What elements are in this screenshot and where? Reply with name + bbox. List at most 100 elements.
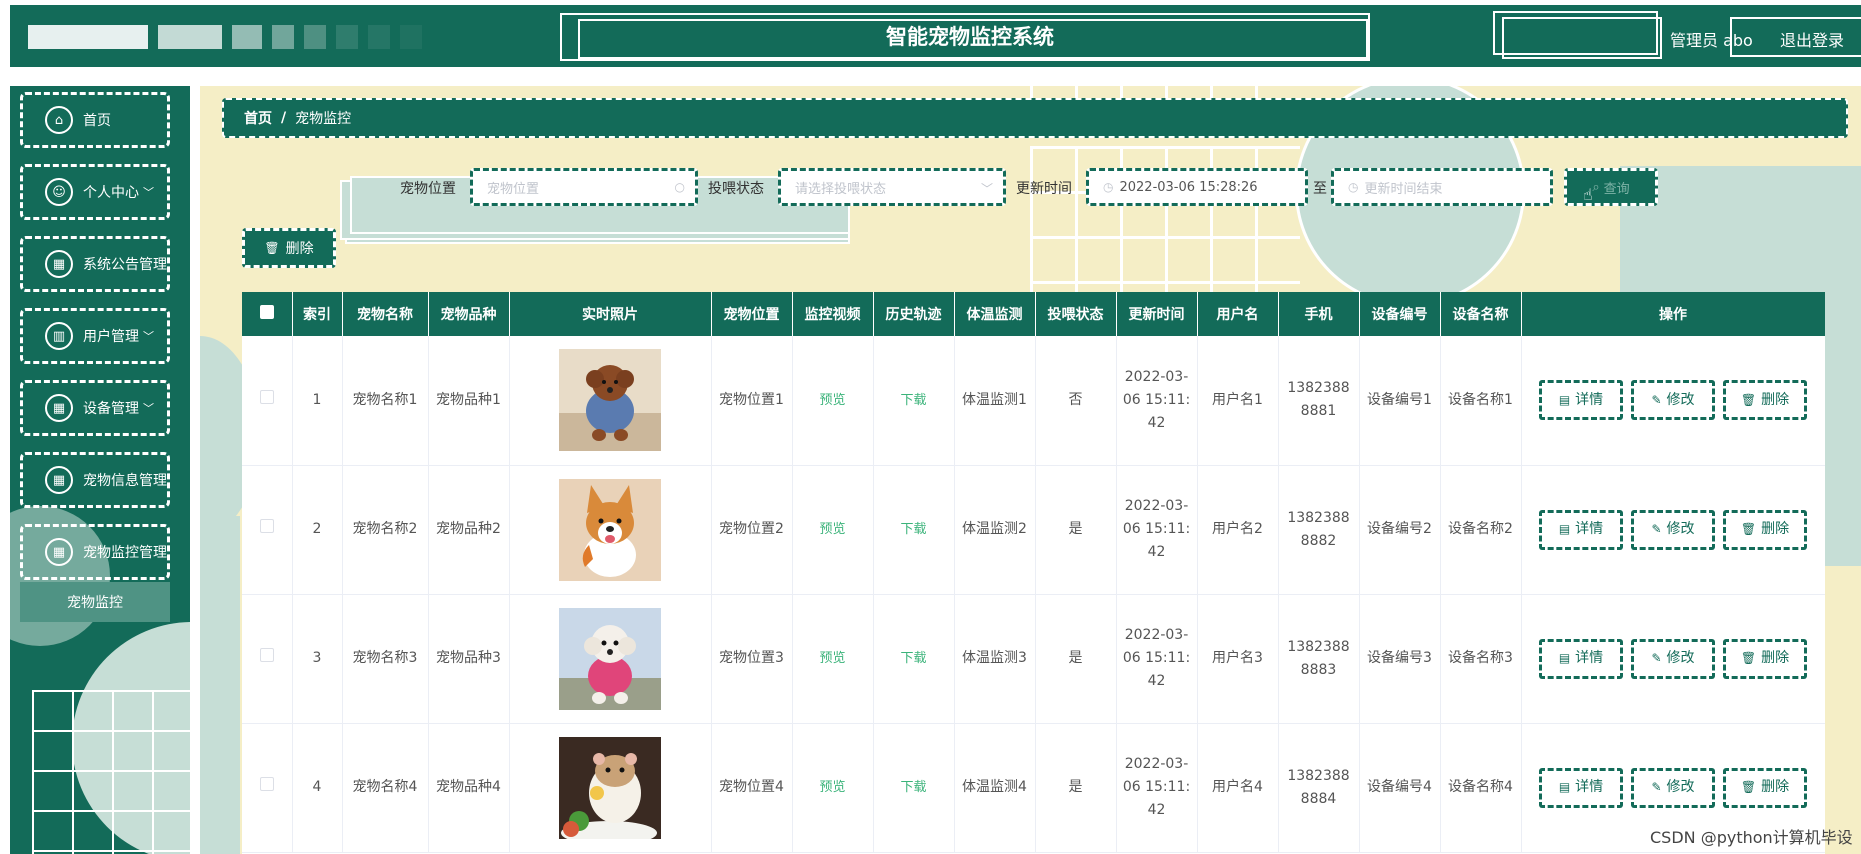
cell-device-number: 设备编号4 [1359, 723, 1441, 853]
feed-status-placeholder: 请选择投喂状态 [795, 181, 887, 197]
pet-photo-corgi[interactable] [559, 478, 661, 581]
cell-pet-name: 宠物名称1 [342, 336, 429, 466]
delete-button[interactable]: 🗑 删除 [1723, 638, 1807, 679]
breadcrumb-current: 宠物监控 [295, 111, 352, 127]
chevron-down-icon: ﹀ [143, 186, 154, 199]
location-input[interactable]: 宠物位置 ○ [470, 168, 698, 206]
decorative-grid [32, 690, 190, 854]
delete-label: 删除 [1761, 521, 1790, 537]
query-button[interactable]: ⌕ 查询 [1564, 168, 1658, 206]
sidebar-item-announcements[interactable]: ▦ 系统公告管理 [20, 236, 170, 292]
cell-pet-breed: 宠物品种4 [428, 723, 510, 853]
select-all-checkbox[interactable] [259, 305, 274, 319]
row-checkbox[interactable] [259, 777, 274, 791]
edit-button[interactable]: ✎ 修改 [1631, 380, 1715, 421]
cell-username: 用户名3 [1197, 594, 1279, 724]
cell-photo [509, 336, 712, 466]
trash-icon: 🗑 [1740, 392, 1757, 407]
end-time-input[interactable]: ◷ 更新时间结束 [1331, 168, 1553, 206]
sidebar-item-home[interactable]: ⌂ 首页 [20, 92, 170, 148]
sidebar-item-users[interactable]: ▥ 用户管理 ﹀ [20, 308, 170, 364]
cell-pet-location: 宠物位置4 [711, 723, 793, 853]
sidebar-subitem-pet-monitor[interactable]: 宠物监控 [20, 582, 170, 622]
row-checkbox[interactable] [259, 389, 274, 404]
sidebar-item-pet-monitor[interactable]: ▦ 宠物监控管理 [20, 524, 170, 580]
breadcrumb-home[interactable]: 首页 [244, 108, 272, 128]
feed-status-select[interactable]: 请选择投喂状态 ﹀ [778, 168, 1006, 206]
cell-photo [509, 465, 712, 595]
header-select-all[interactable] [242, 292, 293, 336]
delete-button[interactable]: 🗑 删除 [1723, 380, 1807, 421]
cell-phone: 13823888884 [1278, 723, 1360, 853]
column-header: 更新时间 [1116, 292, 1198, 336]
batch-delete-button[interactable]: 🗑 删除 [242, 228, 336, 268]
sidebar-item-pet-info[interactable]: ▦ 宠物信息管理 [20, 452, 170, 508]
column-header: 实时照片 [509, 292, 712, 336]
cell-actions: ▤ 详情 ✎ 修改 🗑 删除 [1521, 594, 1825, 724]
cell-temperature: 体温监测4 [954, 723, 1036, 853]
cell-pet-breed: 宠物品种3 [428, 594, 510, 724]
delete-button[interactable]: 🗑 删除 [1723, 767, 1807, 808]
sidebar-item-label: 系统公告管理 [83, 257, 167, 273]
video-preview-link[interactable]: 预览 [819, 393, 845, 408]
update-time-label: 更新时间 [1016, 181, 1072, 197]
document-icon: ▤ [1558, 780, 1571, 794]
pet-photo-hamster[interactable] [559, 736, 661, 839]
delete-label: 删除 [1761, 650, 1790, 666]
track-download-link[interactable]: 下载 [900, 522, 926, 537]
cell-username: 用户名4 [1197, 723, 1279, 853]
document-icon: ▤ [1558, 392, 1571, 407]
pencil-icon: ✎ [1651, 651, 1662, 665]
sidebar-item-profile[interactable]: ☺ 个人中心 ﹀ [20, 164, 170, 220]
column-header: 体温监测 [954, 292, 1036, 336]
breadcrumb-separator: / [281, 110, 287, 126]
detail-label: 详情 [1575, 650, 1604, 666]
trash-icon: 🗑 [1740, 780, 1757, 794]
detail-button[interactable]: ▤ 详情 [1539, 767, 1623, 808]
cell-actions: ▤ 详情 ✎ 修改 🗑 删除 [1521, 465, 1825, 595]
cell-temperature: 体温监测1 [954, 336, 1036, 466]
sidebar-item-devices[interactable]: ▦ 设备管理 ﹀ [20, 380, 170, 436]
cell-pet-name: 宠物名称3 [342, 594, 429, 724]
start-time-value: 2022-03-06 15:28:26 [1119, 179, 1258, 195]
cell-pet-breed: 宠物品种2 [428, 465, 510, 595]
cell-pet-breed: 宠物品种1 [428, 336, 510, 466]
cell-pet-name: 宠物名称2 [342, 465, 429, 595]
track-download-link[interactable]: 下载 [900, 651, 926, 666]
cell-actions: ▤ 详情 ✎ 修改 🗑 删除 [1521, 336, 1825, 466]
track-download-link[interactable]: 下载 [900, 780, 926, 795]
pet-photo-poodle-white[interactable] [559, 607, 661, 710]
cell-device-number: 设备编号1 [1359, 336, 1441, 466]
video-preview-link[interactable]: 预览 [819, 522, 845, 537]
column-header: 投喂状态 [1035, 292, 1117, 336]
sidebar: ⌂ 首页 ☺ 个人中心 ﹀ ▦ 系统公告管理 ▥ 用户管理 ﹀ ▦ 设备管理 ﹀… [10, 86, 190, 854]
row-checkbox[interactable] [259, 519, 274, 533]
cell-pet-location: 宠物位置1 [711, 336, 793, 466]
detail-button[interactable]: ▤ 详情 [1539, 509, 1623, 550]
video-preview-link[interactable]: 预览 [819, 780, 845, 795]
grid-icon: ▦ [45, 466, 73, 494]
edit-label: 修改 [1666, 779, 1695, 795]
edit-button[interactable]: ✎ 修改 [1631, 767, 1715, 808]
home-icon: ⌂ [45, 106, 73, 134]
cell-phone: 13823888882 [1278, 465, 1360, 595]
cell-temperature: 体温监测3 [954, 594, 1036, 724]
detail-button[interactable]: ▤ 详情 [1539, 638, 1623, 679]
table-row: 3 宠物名称3 宠物品种3 宠物位置3 预览 下载 体温监测3 是 2022-0… [242, 594, 1825, 724]
row-select-cell [242, 723, 293, 853]
table-row: 4 宠物名称4 宠物品种4 宠物位置4 预览 下载 体温监测4 是 2022-0… [242, 723, 1825, 853]
cell-video: 预览 [792, 723, 874, 853]
delete-button[interactable]: 🗑 删除 [1723, 509, 1807, 550]
start-time-input[interactable]: ◷ 2022-03-06 15:28:26 [1086, 168, 1308, 206]
pet-photo-poodle-brown[interactable] [559, 349, 661, 452]
logout-button[interactable]: 退出登录 [1780, 27, 1844, 51]
detail-button[interactable]: ▤ 详情 [1539, 380, 1623, 421]
decorative-panel [200, 516, 240, 854]
edit-button[interactable]: ✎ 修改 [1631, 509, 1715, 550]
edit-button[interactable]: ✎ 修改 [1631, 638, 1715, 679]
cell-update-time: 2022-03-06 15:11:42 [1116, 723, 1198, 853]
video-preview-link[interactable]: 预览 [819, 651, 845, 666]
row-checkbox[interactable] [259, 648, 274, 662]
track-download-link[interactable]: 下载 [900, 393, 926, 408]
cell-track: 下载 [873, 465, 955, 595]
